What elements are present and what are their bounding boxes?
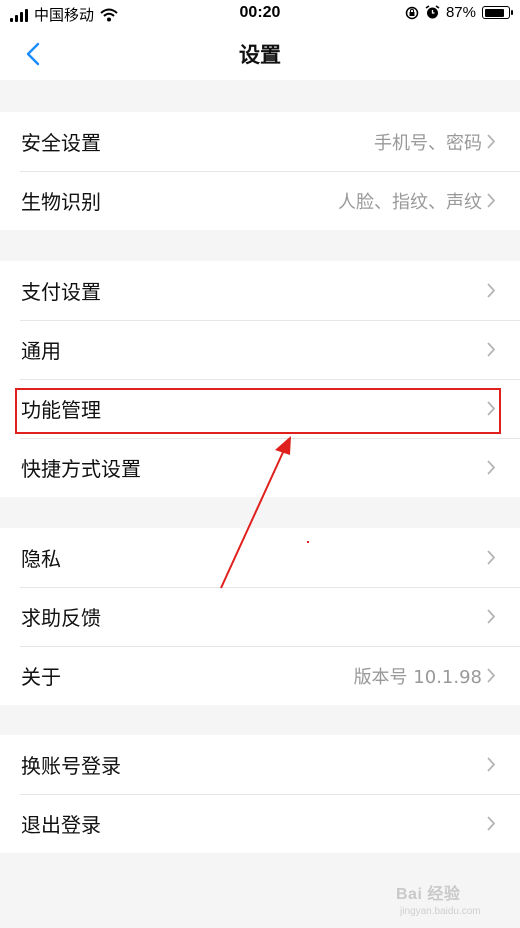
chevron-right-icon — [487, 816, 496, 831]
settings-item-payment[interactable]: 支付设置 — [0, 261, 520, 320]
chevron-right-icon — [487, 283, 496, 298]
battery-percent: 87% — [445, 4, 476, 21]
settings-item-about[interactable]: 关于 版本号 10.1.98 — [0, 646, 520, 705]
lock-rotation-icon — [405, 6, 419, 19]
settings-item-label: 安全设置 — [21, 131, 101, 155]
chevron-right-icon — [487, 342, 496, 357]
page-title: 设置 — [239, 43, 281, 67]
settings-item-feature-management[interactable]: 功能管理 — [0, 379, 520, 438]
settings-item-label: 隐私 — [21, 547, 61, 571]
chevron-right-icon — [487, 550, 496, 565]
chevron-right-icon — [487, 460, 496, 475]
battery-fill — [484, 8, 504, 17]
chevron-right-icon — [487, 757, 496, 772]
chevron-right-icon — [487, 193, 496, 208]
settings-item-label: 关于 — [21, 665, 61, 689]
watermark-logo: Bai 经验 — [396, 886, 461, 903]
settings-item-label: 快捷方式设置 — [21, 457, 141, 481]
chevron-right-icon — [487, 668, 496, 683]
alarm-icon — [425, 5, 440, 19]
settings-item-label: 通用 — [21, 339, 61, 363]
chevron-right-icon — [487, 609, 496, 624]
settings-item-label: 支付设置 — [21, 280, 101, 304]
settings-group-general: 支付设置 通用 功能管理 快捷方式设置 — [0, 261, 520, 497]
settings-item-general[interactable]: 通用 — [0, 320, 520, 379]
settings-item-help-feedback[interactable]: 求助反馈 — [0, 587, 520, 646]
navigation-bar: 设置 — [0, 28, 520, 80]
settings-group-account: 安全设置 手机号、密码 生物识别 人脸、指纹、声纹 — [0, 112, 520, 230]
settings-item-label: 求助反馈 — [21, 606, 101, 630]
annotation-dot — [307, 541, 309, 543]
status-bar: 中国移动 00:20 87% — [0, 0, 520, 28]
settings-item-value: 手机号、密码 — [374, 133, 482, 154]
settings-item-shortcuts[interactable]: 快捷方式设置 — [0, 438, 520, 497]
settings-item-value: 人脸、指纹、声纹 — [338, 192, 482, 213]
status-right: 87% — [405, 4, 513, 21]
settings-item-privacy[interactable]: 隐私 — [0, 528, 520, 587]
battery-icon — [482, 6, 513, 19]
settings-item-logout[interactable]: 退出登录 — [0, 794, 520, 853]
chevron-right-icon — [487, 134, 496, 149]
settings-item-security[interactable]: 安全设置 手机号、密码 — [0, 112, 520, 171]
chevron-right-icon — [487, 401, 496, 416]
settings-item-value: 版本号 10.1.98 — [353, 667, 482, 688]
settings-item-label: 换账号登录 — [21, 754, 121, 778]
settings-item-label: 生物识别 — [21, 190, 101, 214]
settings-group-about: 隐私 求助反馈 关于 版本号 10.1.98 — [0, 528, 520, 705]
settings-item-label: 功能管理 — [21, 398, 101, 422]
settings-group-login: 换账号登录 退出登录 — [0, 735, 520, 853]
settings-item-label: 退出登录 — [21, 813, 101, 837]
settings-item-switch-account[interactable]: 换账号登录 — [0, 735, 520, 794]
settings-item-biometrics[interactable]: 生物识别 人脸、指纹、声纹 — [0, 171, 520, 230]
watermark-url: jingyan.baidu.com — [400, 906, 481, 917]
